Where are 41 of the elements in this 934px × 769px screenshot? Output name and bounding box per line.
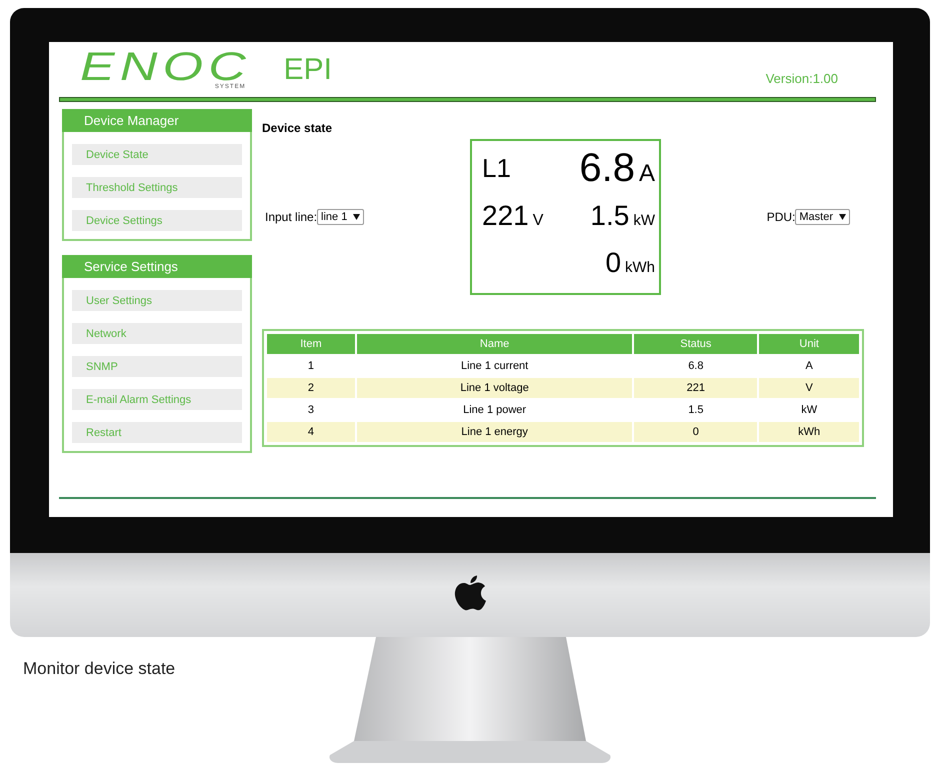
field-label: PDU: bbox=[766, 210, 796, 224]
gauge-unit: kW bbox=[633, 212, 656, 229]
gauge-value: 0 bbox=[605, 247, 622, 280]
table-cell: kWh bbox=[759, 422, 859, 442]
sidebar-item[interactable]: Threshold Settings bbox=[72, 177, 242, 198]
line-label: L1 bbox=[482, 153, 511, 184]
sidebar-item[interactable]: E-mail Alarm Settings bbox=[72, 389, 242, 410]
page-title: Device state bbox=[262, 121, 334, 135]
field-label: Input line: bbox=[265, 210, 318, 224]
table-cell: Line 1 voltage bbox=[356, 378, 632, 398]
panel-title: Device Manager bbox=[62, 109, 252, 132]
dropdown-caret-icon bbox=[838, 214, 846, 220]
table-cell: Line 1 energy bbox=[356, 422, 632, 442]
sidebar-item[interactable]: SNMP bbox=[72, 356, 242, 377]
panel-title: Service Settings bbox=[62, 255, 252, 278]
table-cell: V bbox=[759, 378, 859, 398]
table-cell: 2 bbox=[267, 378, 355, 398]
table-cell: 0 bbox=[634, 422, 758, 442]
sidebar-item[interactable]: Device State bbox=[72, 144, 242, 165]
table-cell: 4 bbox=[267, 422, 355, 442]
column-header: Name bbox=[356, 334, 632, 354]
input-line-select[interactable]: line 1 bbox=[317, 209, 364, 225]
gauge-value: 6.8 bbox=[579, 146, 635, 192]
sidebar-item[interactable]: Restart bbox=[72, 422, 242, 443]
column-header: Status bbox=[634, 334, 758, 354]
pdu-select[interactable]: Master bbox=[795, 209, 850, 225]
gauge-unit: kWh bbox=[625, 259, 656, 276]
table-cell: 221 bbox=[634, 378, 758, 398]
gauge-unit: A bbox=[639, 160, 656, 188]
version-label: Version:1.00 bbox=[766, 71, 838, 86]
column-header: Item bbox=[267, 334, 355, 354]
sidebar-item[interactable]: Device Settings bbox=[72, 210, 242, 231]
gauge-unit: V bbox=[532, 212, 544, 230]
gauge-value: 1.5 bbox=[590, 200, 630, 232]
column-header: Unit bbox=[759, 334, 859, 354]
gauge-value: 221 bbox=[482, 200, 529, 232]
caption: Monitor device state bbox=[23, 659, 176, 680]
dropdown-caret-icon bbox=[353, 214, 360, 220]
sidebar-item[interactable]: Network bbox=[72, 323, 242, 344]
app-title: EPI bbox=[284, 52, 332, 86]
sidebar-item[interactable]: User Settings bbox=[72, 290, 242, 311]
